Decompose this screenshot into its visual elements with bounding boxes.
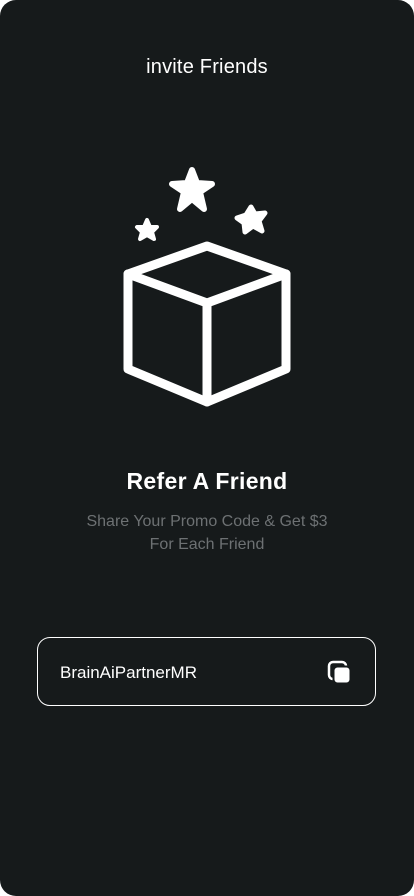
promo-code-text: BrainAiPartnerMR (60, 663, 197, 682)
promo-code-field[interactable]: BrainAiPartnerMR (37, 637, 376, 706)
invite-friends-screen: invite Friends Refer A Friend Share Your… (0, 0, 414, 896)
right-star-icon (234, 204, 268, 235)
left-star-icon (135, 218, 159, 241)
promo-description-line-2: For Each Friend (149, 536, 265, 553)
gift-box-with-stars-icon (123, 167, 291, 407)
page-title: invite Friends (146, 56, 268, 78)
large-star-icon (169, 167, 215, 212)
refer-headline: Refer A Friend (126, 468, 288, 494)
promo-description-line-1: Share Your Promo Code & Get $3 (86, 513, 328, 530)
promo-description: Share Your Promo Code & Get $3 For Each … (57, 510, 357, 556)
copy-icon[interactable] (327, 660, 353, 686)
box-icon (123, 241, 291, 407)
